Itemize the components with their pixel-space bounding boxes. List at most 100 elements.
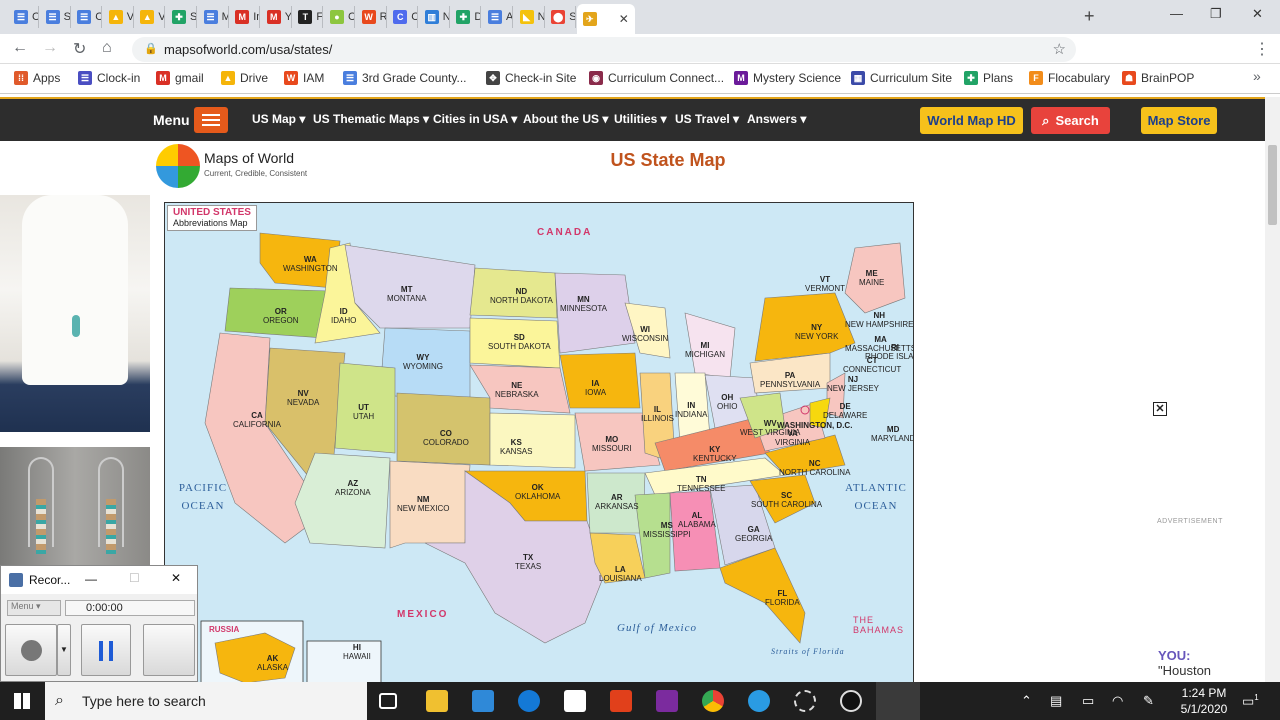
ad-image-earrings[interactable] <box>0 447 150 565</box>
page-scrollbar[interactable] <box>1265 97 1280 682</box>
close-tab-icon[interactable]: ✕ <box>619 12 629 26</box>
state-label-fl[interactable]: FL FLORIDA <box>765 589 800 607</box>
browser-menu-icon[interactable]: ⋮ <box>1254 39 1270 59</box>
state-label-md[interactable]: MD MARYLAND <box>871 425 913 443</box>
nav-us-map[interactable]: US Map ▾ <box>252 112 305 126</box>
browser-tab[interactable]: W Rap <box>356 6 387 28</box>
state-label-hi[interactable]: HI HAWAII <box>343 643 371 661</box>
taskbar-clock[interactable]: 1:24 PM 5/1/2020 <box>1176 685 1232 717</box>
state-label-mi[interactable]: MI MICHIGAN <box>685 341 725 359</box>
photos-app-icon[interactable] <box>840 690 862 712</box>
bookmark-item[interactable]: ▦ Curriculum Site <box>851 71 952 85</box>
bookmark-item[interactable]: ✥ Check-in Site <box>486 71 576 85</box>
state-label-nm[interactable]: NM NEW MEXICO <box>397 495 449 513</box>
lock-icon[interactable]: 🔒 <box>144 37 158 62</box>
browser-tab[interactable]: ☰Cop <box>71 6 103 28</box>
close-ad-icon[interactable]: ✕ <box>1153 402 1167 416</box>
recorder-taskbar-button[interactable] <box>876 682 920 720</box>
more-bookmarks-icon[interactable]: » <box>1253 68 1261 84</box>
bookmark-star-icon[interactable]: ☆ <box>1053 37 1066 62</box>
recorder-close-button[interactable]: ✕ <box>171 571 181 585</box>
browser-tab[interactable]: CCle <box>387 6 419 28</box>
state-label-in[interactable]: IN INDIANA <box>675 401 707 419</box>
address-bar[interactable]: 🔒 mapsofworld.com/usa/states/ ☆ <box>132 37 1076 62</box>
browser-tab[interactable]: TFre <box>292 6 324 28</box>
bookmark-item[interactable]: ▲ Drive <box>221 71 268 85</box>
nav-answers[interactable]: Answers ▾ <box>747 112 806 126</box>
bookmark-item[interactable]: ◉ Curriculum Connect... <box>589 71 724 85</box>
state-label-ma[interactable]: MA MASSACHUSETTS <box>845 335 913 353</box>
browser-tab[interactable]: MInb <box>229 6 261 28</box>
task-view-icon[interactable] <box>379 693 397 709</box>
bookmark-item[interactable]: W IAM <box>284 71 324 85</box>
onenote-icon[interactable] <box>656 690 678 712</box>
office-icon[interactable] <box>610 690 632 712</box>
pause-button[interactable] <box>81 624 131 676</box>
nav-us-travel[interactable]: US Travel ▾ <box>675 112 739 126</box>
state-label-vt[interactable]: VT VERMONT <box>805 275 845 293</box>
state-label-id[interactable]: ID IDAHO <box>331 307 356 325</box>
recorder-menu-dropdown[interactable]: Menu ▾ <box>7 600 61 616</box>
home-icon[interactable]: ⌂ <box>102 39 112 57</box>
state-label-ny[interactable]: NY NEW YORK <box>795 323 838 341</box>
nav-utilities[interactable]: Utilities ▾ <box>614 112 667 126</box>
state-label-mo[interactable]: MO MISSOURI <box>592 435 632 453</box>
new-tab-button[interactable]: + <box>1084 6 1095 27</box>
nav-about-the-us[interactable]: About the US ▾ <box>523 112 608 126</box>
bookmark-item[interactable]: M Mystery Science <box>734 71 841 85</box>
state-label-tx[interactable]: TX TEXAS <box>515 553 541 571</box>
browser-tab[interactable]: ✚ Stu <box>166 6 197 28</box>
state-label-wa[interactable]: WA WASHINGTON <box>283 255 338 273</box>
state-label-me[interactable]: ME MAINE <box>859 269 884 287</box>
nav-cities-in-usa[interactable]: Cities in USA ▾ <box>433 112 517 126</box>
network-device-icon[interactable]: ▤ <box>1050 693 1062 709</box>
nav-us-thematic-maps[interactable]: US Thematic Maps ▾ <box>313 112 429 126</box>
world-map-hd-button[interactable]: World Map HD <box>920 107 1023 134</box>
state-label-mn[interactable]: MN MINNESOTA <box>560 295 607 313</box>
state-label-nd[interactable]: ND NORTH DAKOTA <box>490 287 553 305</box>
chrome-icon[interactable] <box>702 690 724 712</box>
restore-button[interactable]: ❐ <box>1210 6 1222 22</box>
state-label-wv[interactable]: WV WEST VIRGINIA <box>740 419 800 437</box>
browser-tab[interactable]: ☰ Map <box>198 6 229 28</box>
browser-tab[interactable]: ▲Virt <box>103 6 134 28</box>
record-button[interactable] <box>5 624 57 676</box>
bookmark-item[interactable]: ☰ 3rd Grade County... <box>343 71 467 85</box>
bookmark-item[interactable]: ☰ Clock-in <box>78 71 140 85</box>
settings-gear-icon[interactable] <box>794 690 816 712</box>
minimize-button[interactable]: — <box>1170 6 1183 21</box>
bookmark-item[interactable]: F Flocabulary <box>1029 71 1110 85</box>
state-label-ar[interactable]: AR ARKANSAS <box>595 493 639 511</box>
browser-tab[interactable]: ▥ Nev <box>419 6 450 28</box>
bookmark-item[interactable]: ⁞⁞ Apps <box>14 71 60 85</box>
browser-tab[interactable]: ◣ Nat <box>514 6 545 28</box>
ad-image-tank-top[interactable] <box>0 195 150 432</box>
state-label-al[interactable]: AL ALABAMA <box>678 511 716 529</box>
browser-tab[interactable]: ⬤Sm <box>545 6 577 28</box>
browser-tab[interactable]: ✚Dic <box>450 6 482 28</box>
state-label-ks[interactable]: KS KANSAS <box>500 438 532 456</box>
state-label-ky[interactable]: KY KENTUCKY <box>693 445 737 463</box>
screen-recorder-window[interactable]: Recor... — ☐ ✕ Menu ▾ 0:00:00 ▼ <box>0 565 198 682</box>
state-label-ok[interactable]: OK OKLAHOMA <box>515 483 560 501</box>
battery-icon[interactable]: ▭ <box>1082 693 1094 709</box>
state-label-ga[interactable]: GA GEORGIA <box>735 525 772 543</box>
browser-tab[interactable]: ▲Virt <box>134 6 166 28</box>
file-explorer-icon[interactable] <box>426 690 448 712</box>
state-label-il[interactable]: IL ILLINOIS <box>641 405 674 423</box>
state-label-mt[interactable]: MT MONTANA <box>387 285 426 303</box>
map-store-button[interactable]: Map Store <box>1141 107 1217 134</box>
forward-arrow-icon[interactable]: → <box>42 39 58 57</box>
recorder-titlebar[interactable]: Recor... — ☐ ✕ <box>1 566 197 594</box>
browser-tab[interactable]: ☰ Cla <box>8 6 39 28</box>
show-hidden-icons[interactable]: ⌃ <box>1021 693 1032 709</box>
us-state-map[interactable]: UNITED STATES Abbreviations Map CANADA ME… <box>164 202 914 692</box>
edge-icon[interactable] <box>518 690 540 712</box>
state-label-wy[interactable]: WY WYOMING <box>403 353 443 371</box>
state-label-wi[interactable]: WI WISCONSIN <box>622 325 668 343</box>
bookmark-item[interactable]: ✚ Plans <box>964 71 1013 85</box>
state-label-nj[interactable]: NJ NEW JERSEY <box>827 375 879 393</box>
record-options-dropdown[interactable]: ▼ <box>57 624 71 676</box>
state-label-sc[interactable]: SC SOUTH CAROLINA <box>751 491 822 509</box>
state-label-tn[interactable]: TN TENNESSEE <box>677 475 725 493</box>
